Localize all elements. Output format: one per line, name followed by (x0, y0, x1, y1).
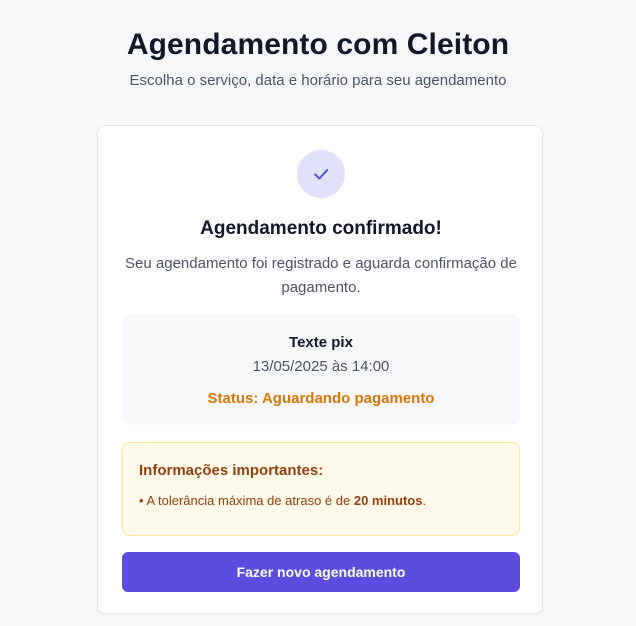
info-item-suffix: . (422, 493, 427, 508)
page-title: Agendamento com Cleiton (126, 28, 510, 61)
confirmation-title: Agendamento confirmado! (200, 218, 442, 239)
confirmation-card: Agendamento confirmado! Seu agendamento … (97, 125, 543, 614)
success-badge (297, 150, 345, 198)
important-info-box: Informações importantes: • A tolerância … (122, 442, 520, 536)
booking-datetime: 13/05/2025 às 14:00 (252, 358, 390, 375)
info-title: Informações importantes: (139, 462, 324, 479)
info-item-text: • A tolerância máxima de atraso é de (139, 493, 354, 508)
new-booking-button[interactable]: Fazer novo agendamento (122, 552, 520, 592)
booking-details: Texte pix 13/05/2025 às 14:00 Status: Ag… (122, 314, 520, 425)
check-icon (314, 168, 329, 180)
service-name: Texte pix (289, 334, 353, 351)
info-item: • A tolerância máxima de atraso é de 20 … (139, 493, 426, 508)
info-item-highlight: 20 minutos (353, 493, 423, 508)
page-subtitle: Escolha o serviço, data e horário para s… (129, 72, 507, 89)
confirmation-message: Seu agendamento foi registrado e aguarda… (125, 255, 517, 296)
status-text: Status: Aguardando pagamento (207, 390, 435, 407)
